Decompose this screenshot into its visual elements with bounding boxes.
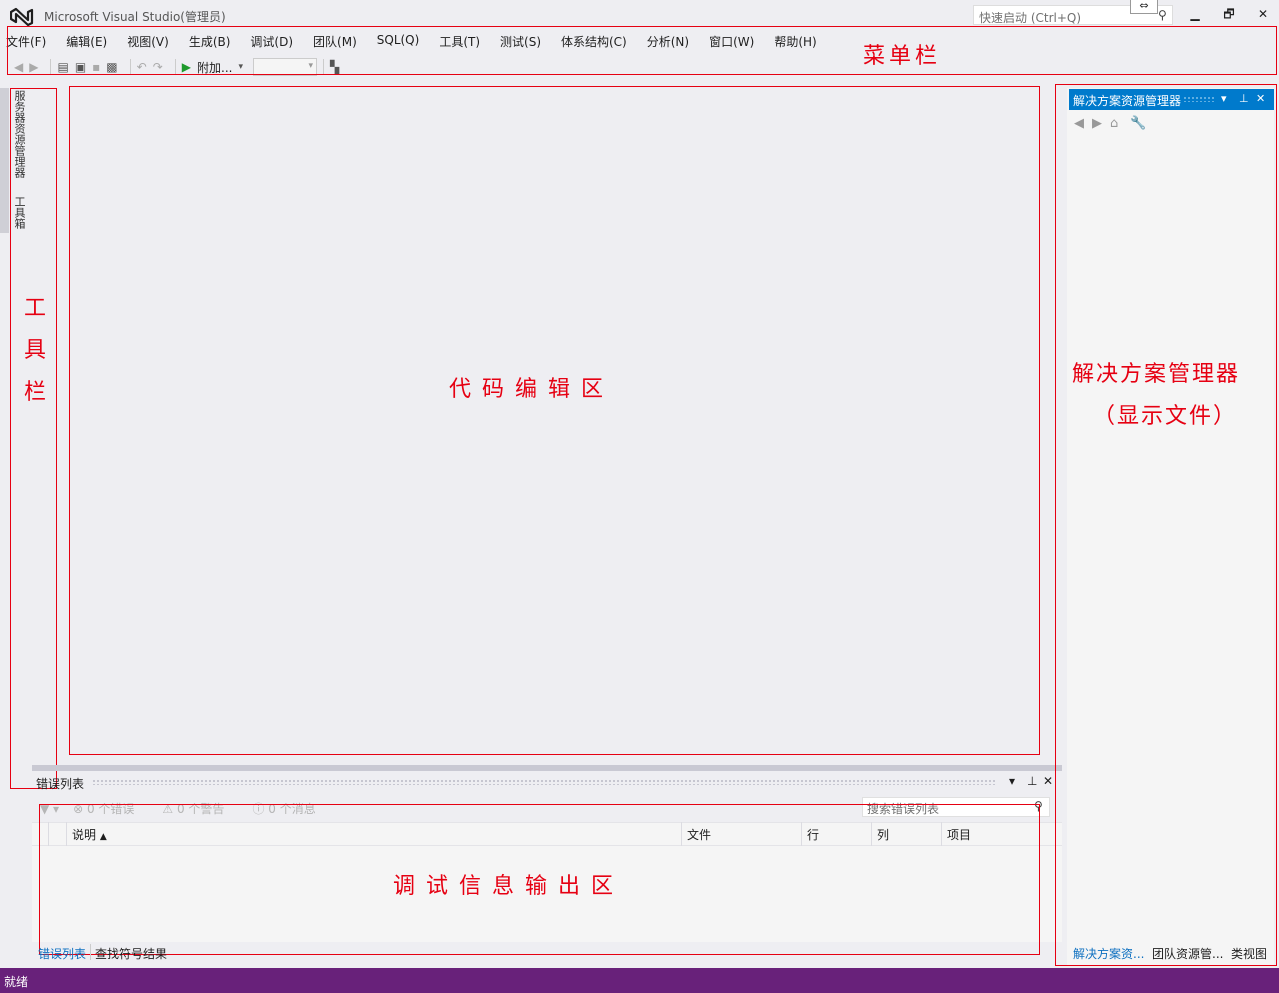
status-bar: 就绪: [0, 968, 1279, 993]
menubar-annotation-label: 菜单栏: [863, 44, 942, 69]
toolbox-annotation-box: [10, 88, 57, 789]
toolbox-annotation-label-1: 工: [24, 296, 47, 321]
tab-divider: [90, 944, 91, 960]
window-title: Microsoft Visual Studio(管理员): [44, 10, 226, 24]
restore-button[interactable]: 🗗: [1219, 6, 1239, 22]
status-text: 就绪: [4, 975, 29, 989]
pin-icon[interactable]: ⊥: [1027, 774, 1037, 788]
toolbox-annotation-label-2: 具: [24, 338, 47, 363]
error-list-drag-handle[interactable]: [92, 779, 997, 785]
editor-annotation-label: 代 码 编 辑 区: [449, 377, 605, 402]
tab-find-symbol-results[interactable]: 查找符号结果: [95, 945, 167, 962]
visual-studio-logo-icon: [10, 7, 34, 26]
solution-annotation-label: 解决方案管理器: [1072, 362, 1241, 387]
tab-class-view[interactable]: 类视图: [1231, 945, 1267, 962]
toolbox-annotation-label-3: 栏: [24, 380, 47, 405]
panel-splitter[interactable]: [32, 765, 1062, 771]
search-icon[interactable]: ⚲: [1158, 8, 1167, 22]
solution-annotation-sublabel: （显示文件）: [1093, 404, 1238, 429]
minimize-button[interactable]: ▁: [1185, 6, 1205, 22]
code-editor-area[interactable]: [69, 86, 1040, 755]
tab-error-list[interactable]: 错误列表: [38, 945, 86, 962]
tab-team-explorer[interactable]: 团队资源管...: [1152, 945, 1223, 962]
chevron-down-icon[interactable]: ▾: [1009, 774, 1015, 788]
resize-cursor-icon: ⇔: [1130, 0, 1158, 14]
close-button[interactable]: ✕: [1253, 6, 1273, 22]
side-tab-strip: [0, 88, 9, 233]
menubar-annotation-box: [7, 26, 1277, 75]
error-list-title: 错误列表: [36, 777, 85, 791]
output-annotation-label: 调 试 信 息 输 出 区: [393, 874, 615, 899]
close-icon[interactable]: ✕: [1043, 774, 1053, 788]
tab-solution-explorer[interactable]: 解决方案资...: [1073, 945, 1144, 962]
solution-annotation-box: [1055, 84, 1277, 966]
